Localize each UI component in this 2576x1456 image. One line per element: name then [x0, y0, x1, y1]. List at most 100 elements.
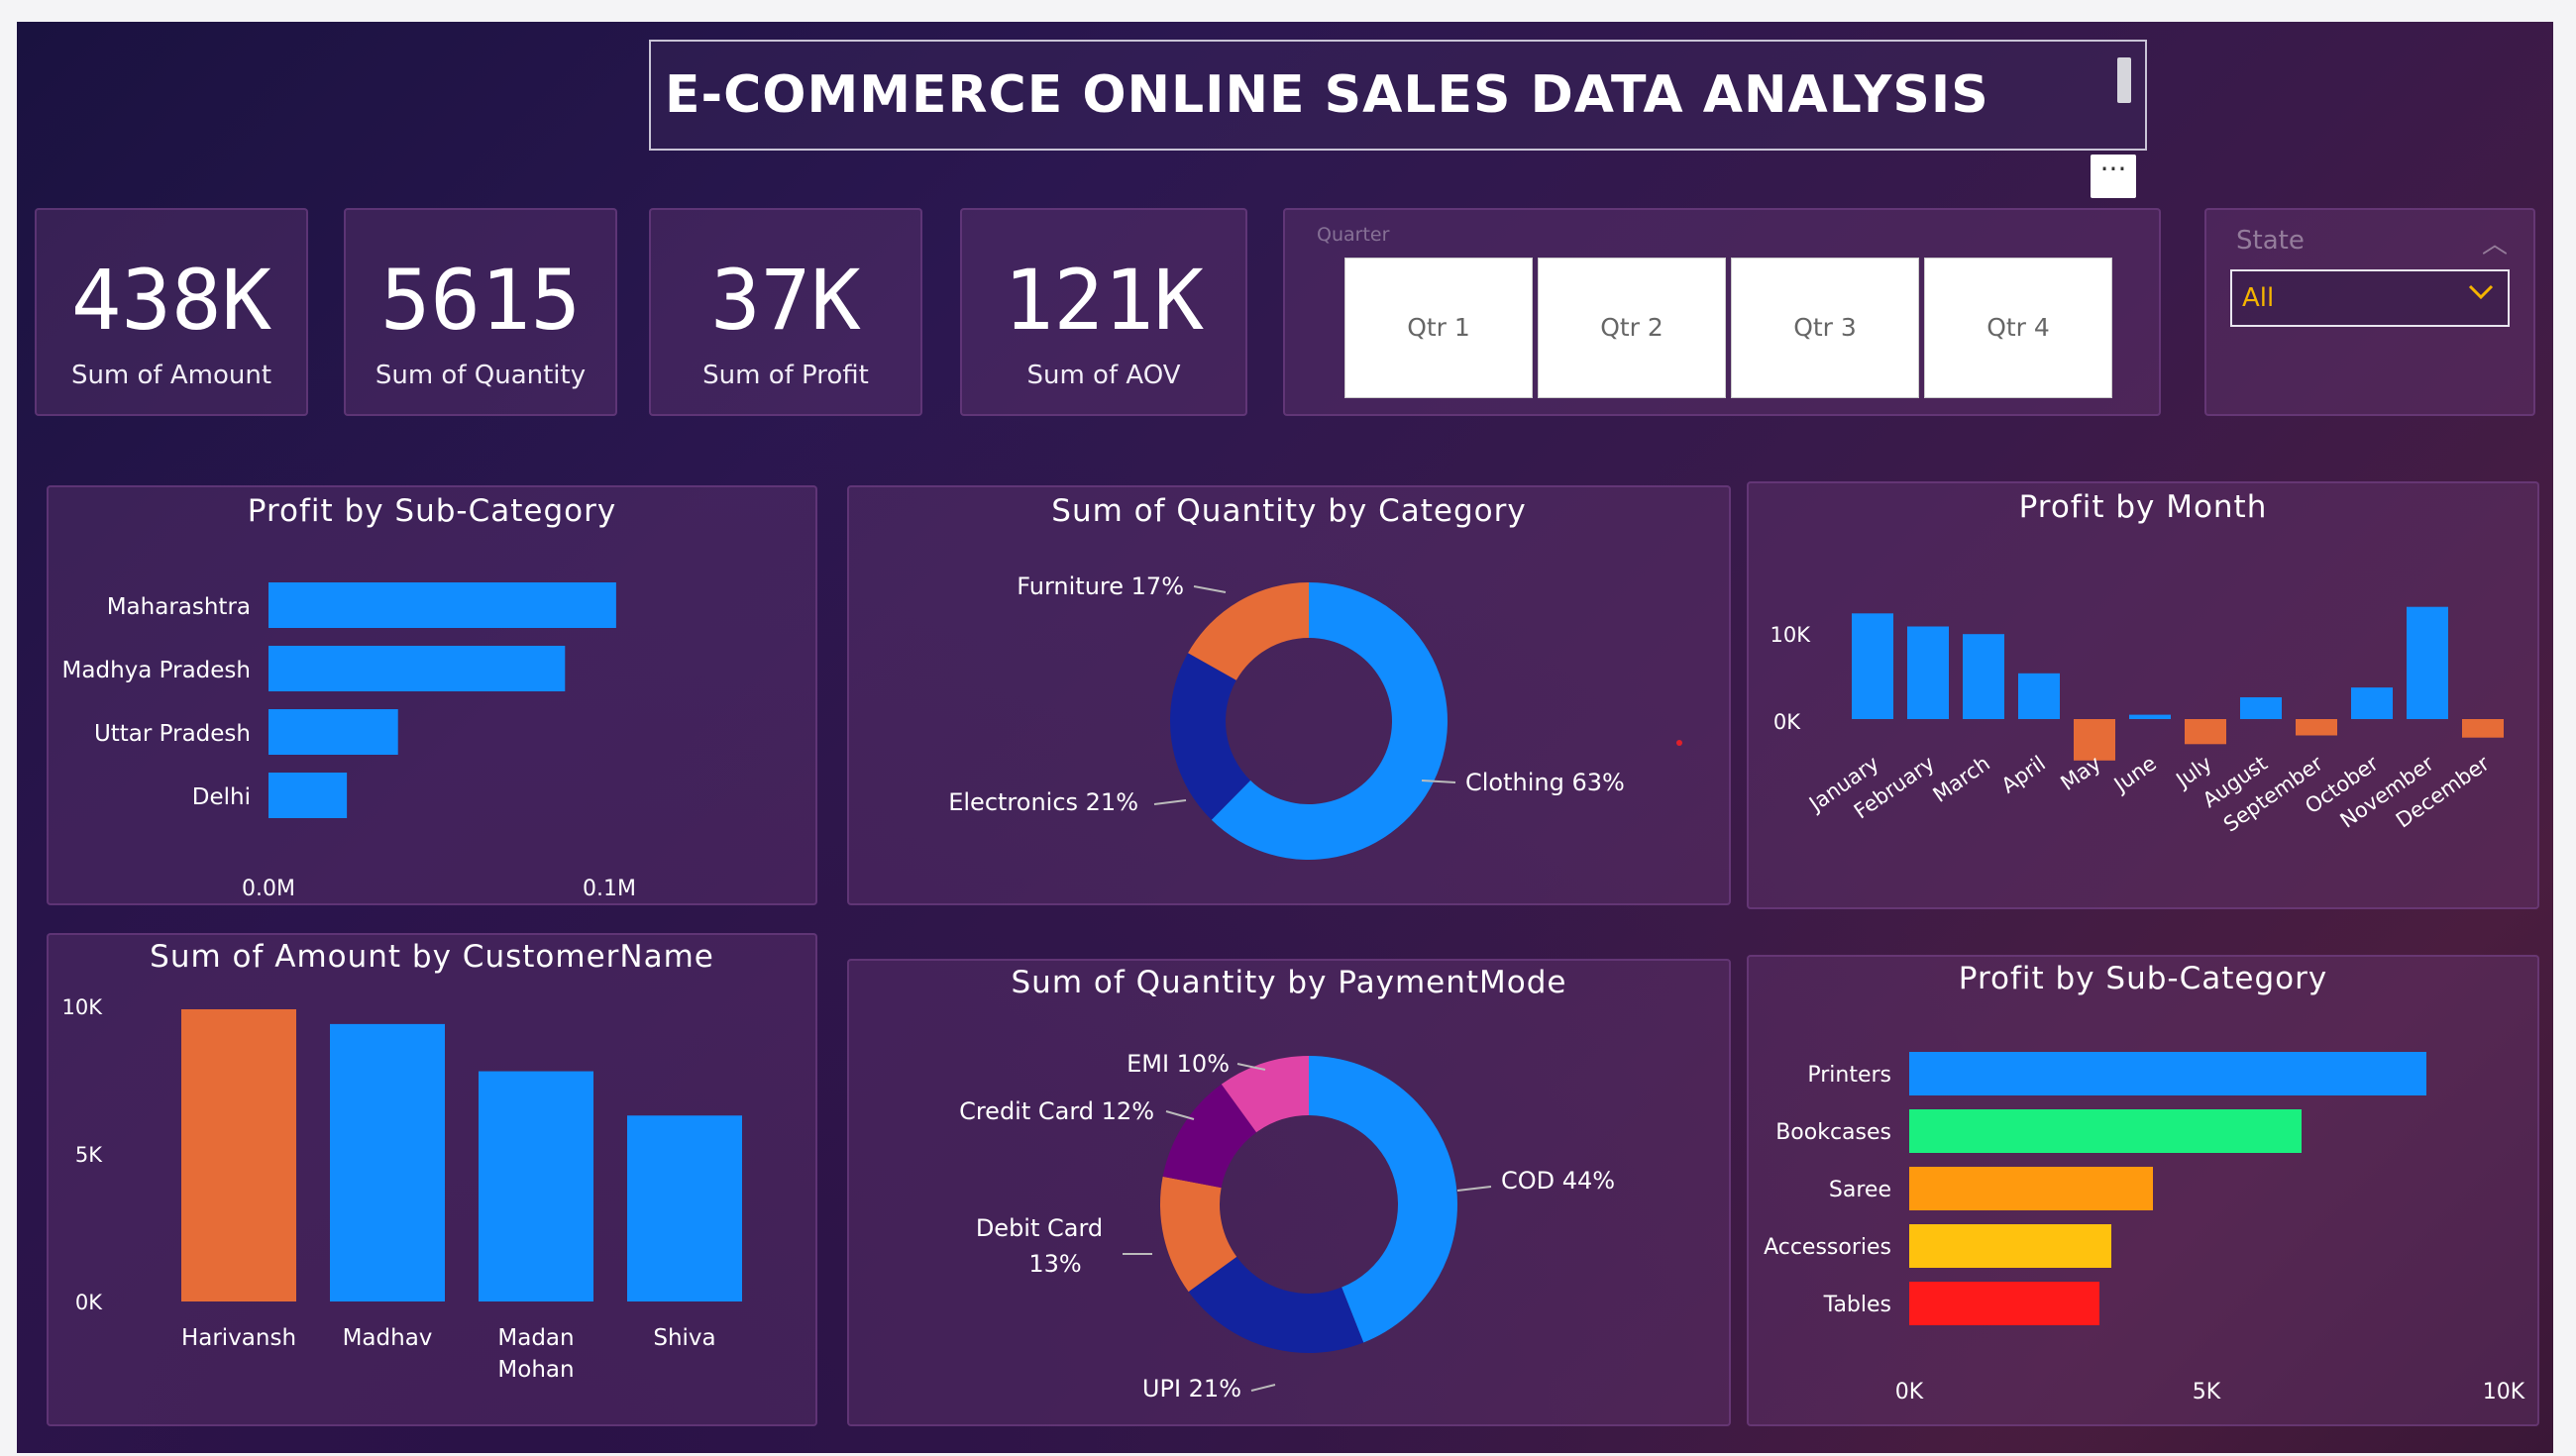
title-box: E-COMMERCE ONLINE SALES DATA ANALYSIS	[649, 40, 2147, 151]
red-dot-marker	[1676, 740, 1682, 746]
x-tick-label: 0.0M	[242, 877, 295, 901]
bar	[2129, 714, 2171, 719]
kpi-label: Sum of Amount	[70, 361, 272, 390]
quarter-option-qtr3[interactable]: Qtr 3	[1731, 258, 1919, 398]
bar	[627, 1115, 742, 1301]
leader-line	[1456, 1186, 1492, 1192]
leader-line	[1165, 1110, 1195, 1120]
more-options-button[interactable]: ···	[2091, 155, 2136, 198]
x-tick-label: Harivansh	[181, 1325, 296, 1351]
y-tick-label: 5K	[75, 1143, 103, 1167]
quarter-option-qtr2[interactable]: Qtr 2	[1538, 258, 1726, 398]
slice-label: Electronics 21%	[948, 788, 1138, 816]
y-tick-label: 10K	[1771, 623, 1812, 647]
category-label: Bookcases	[1775, 1120, 1891, 1145]
slice-label: Clothing 63%	[1465, 769, 1625, 796]
bar	[1963, 634, 2004, 719]
panel-profit-by-subcategory: Profit by Sub-Category Printers Bookcases…	[1747, 955, 2539, 1426]
bar	[1909, 1109, 2302, 1153]
kpi-card-aov: 121K Sum of AOV	[960, 208, 1247, 416]
category-label: Saree	[1829, 1178, 1891, 1202]
bar	[330, 1023, 445, 1301]
kpi-label: Sum of Profit	[702, 361, 869, 390]
kpi-value: 438K	[70, 252, 272, 349]
x-tick-label: Madan Mohan	[497, 1325, 574, 1383]
x-tick-label: 10K	[2483, 1380, 2525, 1404]
kpi-value: 121K	[1003, 252, 1205, 349]
chevron-down-icon	[2468, 284, 2494, 300]
panel-qty-by-category: Sum of Quantity by Category Clothing 63%…	[847, 485, 1731, 905]
x-tick-label: April	[1997, 751, 2050, 797]
y-tick-label: 10K	[62, 995, 104, 1019]
chevron-up-icon[interactable]: ︿	[2482, 224, 2508, 260]
slice-label: Credit Card 12%	[959, 1097, 1154, 1125]
kpi-card-quantity: 5615 Sum of Quantity	[344, 208, 617, 416]
category-label: Uttar Pradesh	[94, 721, 251, 747]
bar	[1909, 1224, 2111, 1268]
state-slicer-title: State	[2236, 226, 2305, 256]
bar	[268, 773, 348, 818]
kpi-value: 5615	[379, 252, 582, 349]
leader-line	[1250, 1384, 1276, 1392]
x-tick-label: 0.1M	[583, 877, 636, 901]
panel-qty-by-payment: Sum of Quantity by PaymentMode COD 44% UP…	[847, 959, 1731, 1426]
category-label: Delhi	[192, 784, 251, 810]
bar	[268, 582, 616, 628]
bar	[2240, 697, 2282, 719]
y-tick-label: 0K	[75, 1291, 103, 1314]
panel-profit-by-month: Profit by Month 10K 0K January February Marc…	[1747, 481, 2539, 909]
bar	[181, 1008, 296, 1301]
bar	[1909, 1052, 2426, 1095]
quarter-slicer: Quarter Qtr 1 Qtr 2 Qtr 3 Qtr 4	[1283, 208, 2161, 416]
bar	[2462, 719, 2504, 738]
quarter-option-qtr4[interactable]: Qtr 4	[1924, 258, 2112, 398]
slice-label: Debit Card 13%	[976, 1214, 1103, 1278]
slice-label: UPI 21%	[1142, 1375, 1241, 1403]
bar	[2351, 687, 2393, 719]
x-tick-label: 5K	[2193, 1380, 2221, 1404]
quarter-option-qtr1[interactable]: Qtr 1	[1344, 258, 1533, 398]
x-tick-label: March	[1929, 751, 1994, 806]
quarter-slicer-title: Quarter	[1317, 224, 1390, 246]
bar	[2296, 719, 2337, 736]
category-label: Maharashtra	[107, 594, 251, 620]
amount-by-customer-chart: 10K 5K 0K Harivansh Madhav Madan Mohan Shiva	[62, 995, 742, 1383]
y-tick-label: 0K	[1773, 710, 1801, 734]
bar	[1852, 613, 1893, 719]
x-tick-label: June	[2108, 751, 2161, 797]
qty-by-payment-chart: COD 44% UPI 21% Debit Card 13% Credit Card 1…	[959, 1050, 1615, 1403]
page-title: E-COMMERCE ONLINE SALES DATA ANALYSIS	[665, 65, 1989, 125]
kpi-card-profit: 37K Sum of Profit	[649, 208, 922, 416]
category-label: Printers	[1807, 1063, 1891, 1088]
bar	[479, 1071, 593, 1301]
kpi-value: 37K	[710, 252, 861, 349]
qty-by-category-chart: Clothing 63% Electronics 21% Furniture 17%	[948, 572, 1625, 860]
state-slicer: State ︿ All	[2204, 208, 2535, 416]
profit-by-month-chart: 10K0KJanuaryFebruaryMarch April May June Jul…	[1771, 606, 2504, 837]
state-dropdown[interactable]: All	[2230, 269, 2510, 327]
bar	[2185, 719, 2226, 745]
x-tick-label: Shiva	[653, 1325, 715, 1351]
bar	[2018, 673, 2060, 719]
bar	[268, 646, 566, 691]
kpi-label: Sum of Quantity	[375, 361, 587, 390]
category-label: Accessories	[1764, 1235, 1891, 1260]
category-label: Tables	[1823, 1293, 1891, 1317]
title-scrollbar[interactable]	[2117, 57, 2131, 103]
dashboard-canvas: E-COMMERCE ONLINE SALES DATA ANALYSIS ··…	[17, 22, 2553, 1453]
profit-by-state-chart: Maharashtra Madhya Pradesh Uttar Pradesh De…	[62, 582, 636, 901]
leader-line	[1153, 799, 1187, 805]
bar	[1909, 1282, 2099, 1325]
bar	[1907, 626, 1949, 719]
x-tick-label: 0K	[1895, 1380, 1924, 1404]
kpi-card-amount: 438K Sum of Amount	[35, 208, 308, 416]
bar	[2407, 606, 2448, 719]
category-label: Madhya Pradesh	[62, 658, 251, 683]
profit-by-subcategory-chart: Printers Bookcases Saree Accessories Tables 0…	[1764, 1052, 2525, 1404]
bar	[1909, 1167, 2153, 1210]
bar	[268, 709, 398, 755]
kpi-label: Sum of AOV	[1026, 361, 1181, 390]
bar	[2074, 719, 2115, 761]
x-tick-label: Madhav	[343, 1325, 433, 1351]
slice-label: Furniture 17%	[1017, 572, 1184, 600]
